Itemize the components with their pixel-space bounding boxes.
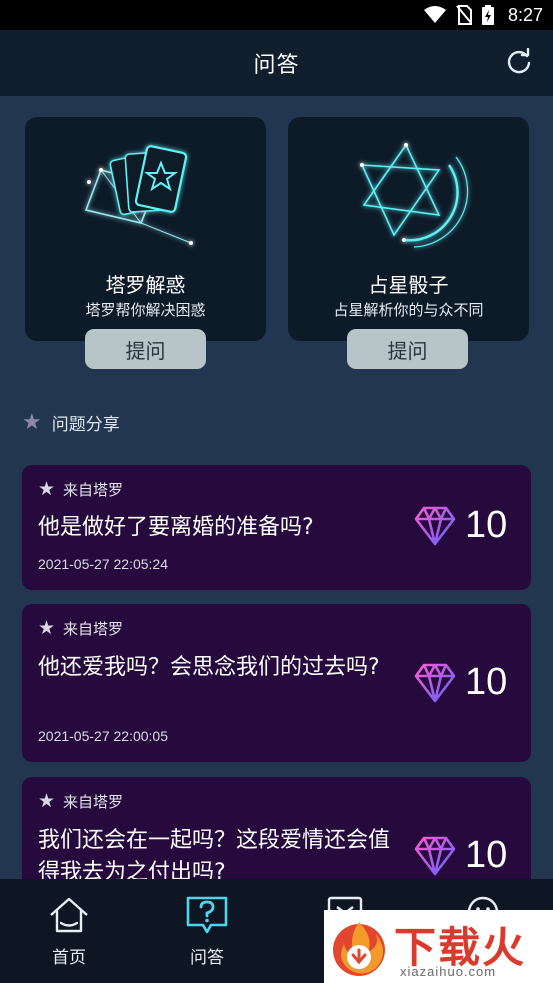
source-label: 来自塔罗 (63, 793, 124, 811)
battery-charging-icon (481, 5, 494, 25)
astrology-subtitle: 占星解析你的与众不同 (333, 301, 484, 319)
tarot-cards-icon (84, 145, 193, 245)
star-icon: ★ (38, 790, 56, 812)
question-time: 2021-05-27 22:05:24 (38, 556, 168, 572)
section-header: ★ 问题分享 (22, 410, 120, 435)
question-text: 他还爱我吗？会思念我们的过去吗? (38, 655, 380, 680)
diamond-icon (414, 663, 456, 703)
question-source: ★ 来自塔罗 (38, 479, 123, 500)
question-time: 2021-05-27 22:00:05 (38, 728, 168, 744)
status-time: 8:27 (507, 4, 543, 25)
reward-amount: 10 (465, 504, 508, 546)
wifi-icon (423, 6, 446, 24)
question-source: ★ 来自塔罗 (38, 791, 123, 812)
astrology-star-icon (359, 143, 468, 248)
no-sim-icon (456, 5, 472, 25)
question-card[interactable]: ★ 来自塔罗 他还爱我吗？会思念我们的过去吗? 2021-05-27 22:00… (22, 604, 531, 762)
tarot-ask-button[interactable]: 提问 (85, 329, 206, 369)
header: 问答 (0, 30, 553, 96)
nav-home[interactable]: 首页 (0, 879, 138, 983)
source-label: 来自塔罗 (63, 620, 124, 638)
tarot-card[interactable]: 塔罗解惑 塔罗帮你解决困惑 (25, 117, 266, 341)
question-icon (186, 896, 228, 934)
star-icon: ★ (38, 478, 56, 500)
astrology-title: 占星骰子 (368, 273, 449, 297)
watermark-url: xiazaihuo.com (400, 964, 497, 979)
diamond-icon (414, 836, 456, 876)
astrology-ask-button[interactable]: 提问 (347, 329, 468, 369)
tarot-subtitle: 塔罗帮你解决困惑 (85, 301, 206, 319)
section-title: 问题分享 (51, 415, 120, 435)
page-title: 问答 (253, 53, 300, 78)
flame-logo-icon (333, 921, 385, 976)
question-text: 他是做好了要离婚的准备吗? (38, 515, 314, 540)
star-icon: ★ (22, 409, 42, 435)
reward-amount: 10 (465, 834, 508, 876)
question-card[interactable]: ★ 来自塔罗 他是做好了要离婚的准备吗? 2021-05-27 22:05:24… (22, 465, 531, 590)
home-icon (50, 897, 88, 933)
nav-home-label: 首页 (52, 948, 86, 968)
nav-qa-label: 问答 (190, 948, 224, 968)
astrology-card[interactable]: 占星骰子 占星解析你的与众不同 (288, 117, 529, 341)
question-source: ★ 来自塔罗 (38, 618, 123, 639)
diamond-icon (414, 506, 456, 546)
tarot-title: 塔罗解惑 (105, 273, 186, 297)
reward-amount: 10 (465, 661, 508, 703)
star-icon: ★ (38, 617, 56, 639)
watermark: 下载火 xiazaihuo.com (324, 910, 553, 983)
source-label: 来自塔罗 (63, 481, 124, 499)
nav-qa[interactable]: 问答 (138, 879, 276, 983)
status-bar: 8:27 (0, 0, 553, 30)
refresh-icon[interactable] (505, 48, 533, 76)
